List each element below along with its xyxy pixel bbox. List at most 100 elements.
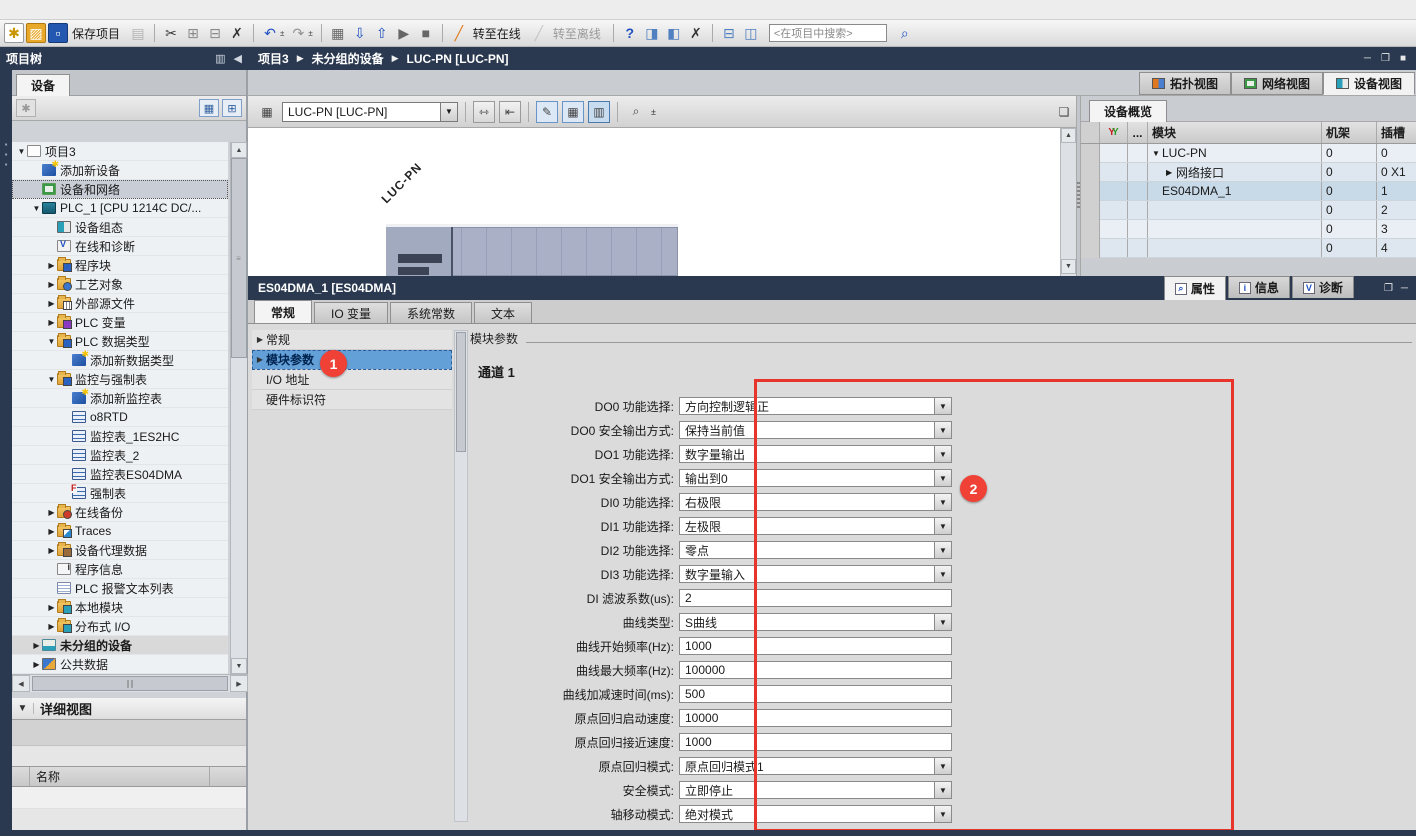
rack-navigation-icon[interactable]: ▦: [256, 101, 278, 123]
parameter-field[interactable]: 数字量输出 ▼: [679, 445, 952, 463]
overview-table-row[interactable]: 0 4: [1081, 239, 1416, 258]
menu-item[interactable]: [148, 8, 166, 12]
expander-icon[interactable]: ▶: [31, 641, 42, 650]
scroll-up-icon[interactable]: ▲: [1061, 128, 1076, 143]
scrollbar-thumb[interactable]: ∥∥: [32, 676, 228, 691]
scroll-right-icon[interactable]: ▶: [230, 675, 248, 692]
project-library-icon[interactable]: ⌕: [895, 23, 915, 43]
rack-column-header[interactable]: 机架: [1322, 122, 1377, 143]
expander-icon[interactable]: ▼: [46, 375, 57, 384]
overview-table-row[interactable]: ▼LUC-PN 0 0: [1081, 144, 1416, 163]
expander-icon[interactable]: ▶: [31, 660, 42, 669]
menu-item[interactable]: [22, 8, 40, 12]
tree-item[interactable]: ▶ 设备代理数据: [12, 541, 228, 560]
chevron-down-icon[interactable]: ▼: [934, 758, 951, 774]
show-window-2-icon[interactable]: ◧: [664, 23, 684, 43]
go-online-icon[interactable]: ╱: [449, 23, 469, 43]
tree-item[interactable]: 监控表_2: [12, 446, 228, 465]
tree-item[interactable]: ▶ 工艺对象: [12, 275, 228, 294]
menu-item[interactable]: [76, 8, 94, 12]
parameter-field[interactable]: 方向控制逻辑正 ▼: [679, 397, 952, 415]
tree-item[interactable]: ▶ 程序块: [12, 256, 228, 275]
chevron-down-icon[interactable]: ▼: [934, 398, 951, 414]
parameter-field[interactable]: 右极限 ▼: [679, 493, 952, 511]
parameter-field[interactable]: 500 ▼: [679, 685, 952, 703]
scroll-down-icon[interactable]: ▼: [231, 658, 247, 674]
tab-devices[interactable]: 设备: [16, 74, 70, 96]
scroll-left-icon[interactable]: ◀: [12, 675, 30, 692]
compile-icon[interactable]: ▦: [328, 23, 348, 43]
accessible-devices-icon[interactable]: ?: [620, 23, 640, 43]
parameter-field[interactable]: 立即停止 ▼: [679, 781, 952, 799]
expander-icon[interactable]: ▶: [46, 622, 57, 631]
tree-item[interactable]: ▶ 本地模块: [12, 598, 228, 617]
chevron-down-icon[interactable]: ▼: [934, 566, 951, 582]
breadcrumb-group[interactable]: 未分组的设备: [312, 50, 384, 67]
chevron-down-icon[interactable]: ▼: [440, 103, 457, 121]
dropdown-extra-icon[interactable]: ±: [308, 29, 312, 38]
collapse-panel-icon[interactable]: ─: [1401, 283, 1408, 294]
download-to-device-icon[interactable]: ⇩: [350, 23, 370, 43]
go-offline-icon[interactable]: ╱: [529, 23, 549, 43]
tab-device-overview[interactable]: 设备概览: [1089, 100, 1167, 122]
inspector-tab[interactable]: ⌕ 属性: [1164, 276, 1226, 300]
expander-icon[interactable]: ▶: [46, 508, 57, 517]
chevron-down-icon[interactable]: ▼: [934, 614, 951, 630]
properties-nav-item[interactable]: 硬件标识符: [252, 390, 452, 410]
breadcrumb-project[interactable]: 项目3: [258, 50, 289, 67]
tree-item[interactable]: ▶ PLC 变量: [12, 313, 228, 332]
expander-icon[interactable]: ▶: [46, 299, 57, 308]
undo-icon[interactable]: ↶: [260, 23, 280, 43]
split-horizontal-icon[interactable]: ⊟: [719, 23, 739, 43]
chevron-down-icon[interactable]: ▼: [934, 782, 951, 798]
split-vertical-icon[interactable]: ◫: [741, 23, 761, 43]
start-cpu-icon[interactable]: ▶: [394, 23, 414, 43]
tree-item[interactable]: 监控表ES04DMA: [12, 465, 228, 484]
add-device-icon[interactable]: ✱: [16, 99, 36, 117]
expander-icon[interactable]: ▼: [31, 204, 42, 213]
copy-icon[interactable]: ⊞: [183, 23, 203, 43]
properties-nav-item[interactable]: ▶ 模块参数: [252, 350, 452, 370]
scroll-up-icon[interactable]: ▲: [231, 142, 247, 158]
scroll-down-icon[interactable]: ▼: [1061, 259, 1076, 274]
tree-item[interactable]: 程序信息: [12, 560, 228, 579]
tree-item[interactable]: ▶ 外部源文件: [12, 294, 228, 313]
tree-item[interactable]: ▶ 分布式 I/O: [12, 617, 228, 636]
parameter-field[interactable]: 数字量输入 ▼: [679, 565, 952, 583]
chevron-down-icon[interactable]: ▼: [934, 446, 951, 462]
zoom-level-icon[interactable]: ±: [651, 107, 656, 117]
expander-icon[interactable]: ▶: [46, 318, 57, 327]
expander-icon[interactable]: ▶: [254, 355, 266, 364]
chevron-down-icon[interactable]: ▼: [934, 542, 951, 558]
tree-item[interactable]: 添加新设备: [12, 161, 228, 180]
save-project-label[interactable]: 保存项目: [72, 25, 120, 42]
chevron-down-icon[interactable]: ▼: [934, 518, 951, 534]
tree-item[interactable]: 设备组态: [12, 218, 228, 237]
cut-icon[interactable]: ✂: [161, 23, 181, 43]
view-tab[interactable]: 设备视图: [1323, 72, 1415, 95]
expander-icon[interactable]: ▶: [1166, 168, 1176, 177]
properties-nav-scrollbar[interactable]: [454, 330, 468, 822]
menu-item[interactable]: [94, 8, 112, 12]
parameter-field[interactable]: S曲线 ▼: [679, 613, 952, 631]
expander-icon[interactable]: ▶: [46, 527, 57, 536]
tree-item[interactable]: ▶ Traces: [12, 522, 228, 541]
breadcrumb-device[interactable]: LUC-PN [LUC-PN]: [407, 52, 509, 66]
parameter-field[interactable]: 10000 ▼: [679, 709, 952, 727]
paste-icon[interactable]: ⊟: [205, 23, 225, 43]
menu-item[interactable]: [40, 8, 58, 12]
parameter-field[interactable]: 左极限 ▼: [679, 517, 952, 535]
show-window-icon[interactable]: ◨: [642, 23, 662, 43]
properties-nav-item[interactable]: I/O 地址: [252, 370, 452, 390]
properties-tab[interactable]: 常规: [254, 300, 312, 323]
tree-item[interactable]: 添加新数据类型: [12, 351, 228, 370]
module-column-header[interactable]: 模块: [1148, 122, 1322, 143]
view-tab[interactable]: 网络视图: [1231, 72, 1323, 95]
stop-cpu-icon[interactable]: ■: [416, 23, 436, 43]
chevron-down-icon[interactable]: ▼: [934, 422, 951, 438]
tree-item[interactable]: o8RTD: [12, 408, 228, 427]
tree-item[interactable]: 添加新监控表: [12, 389, 228, 408]
overview-table-row[interactable]: 0 2: [1081, 201, 1416, 220]
measure-icon[interactable]: ⇿: [473, 101, 495, 123]
device-selector[interactable]: LUC-PN [LUC-PN] ▼: [282, 102, 458, 122]
